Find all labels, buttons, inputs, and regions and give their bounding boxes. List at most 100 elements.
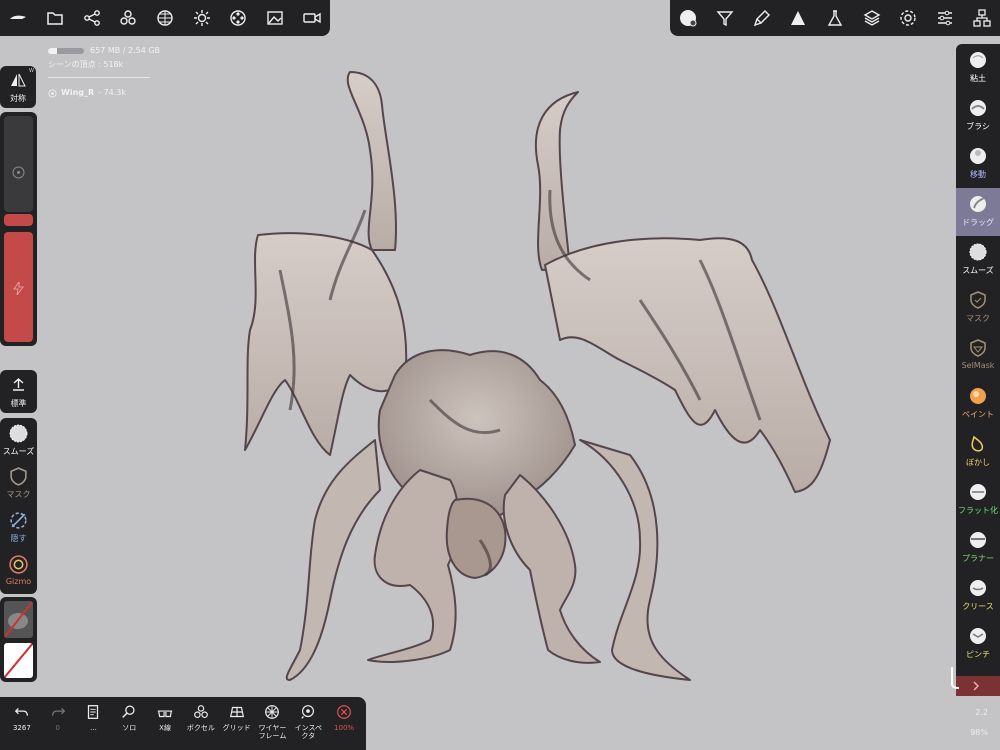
left-tool-mask[interactable]: マスク (0, 464, 37, 504)
bottom-tool-label: グリッド (222, 724, 251, 732)
memory-bar (48, 48, 84, 54)
grid-icon (229, 706, 244, 718)
search-icon (122, 705, 135, 718)
light-sun-icon[interactable] (186, 2, 218, 34)
memory-fill (48, 48, 57, 54)
sculpt-model[interactable] (0, 0, 1000, 750)
bottom-tool-redo[interactable]: 0 (41, 703, 75, 732)
material-sphere-icon[interactable] (672, 2, 704, 34)
tool-label: 移動 (970, 170, 986, 179)
close-circle-icon (337, 705, 351, 719)
undo-icon (14, 707, 28, 716)
tool-label: クリース (962, 602, 994, 611)
bottom-tool-label: ワイヤーフレーム (258, 724, 287, 740)
gizmo-icon (9, 555, 28, 574)
tool-clay[interactable]: 粘土 (956, 44, 1000, 92)
symmetry-label: 対称 (10, 94, 26, 103)
corner-bracket-icon (951, 667, 960, 689)
left-tool-smooth[interactable]: スムーズ (0, 421, 37, 461)
bottom-tool-undo[interactable]: 3267 (5, 703, 39, 732)
tool-pinch[interactable]: ピンチ (956, 620, 1000, 668)
video-camera-icon[interactable] (296, 2, 328, 34)
share-nodes-icon[interactable] (76, 2, 108, 34)
tool-drag[interactable]: ドラッグ (956, 188, 1000, 236)
symmetry-button[interactable]: W 対称 (0, 66, 36, 108)
tool-mask[interactable]: マスク (956, 284, 1000, 332)
sliders-icon[interactable] (929, 2, 961, 34)
brush-sliders (0, 112, 37, 346)
left-tool-label: Gizmo (5, 577, 32, 586)
material-swatches (0, 597, 37, 682)
smooth-icon (9, 424, 28, 443)
bottom-tool-label: 0 (55, 724, 60, 732)
tree-icon[interactable] (966, 2, 998, 34)
object-name: Wing_R (61, 88, 95, 97)
film-reel-icon[interactable] (222, 2, 254, 34)
left-tool-hide[interactable]: 隠す (0, 508, 37, 548)
object-row[interactable]: Wing_R - 74.3k (48, 86, 160, 100)
bottom-tool-grid[interactable]: グリッド (220, 703, 254, 732)
color-swatch[interactable] (4, 643, 33, 678)
tool-planar[interactable]: プラナー (956, 524, 1000, 572)
selmask-shield-icon (970, 339, 986, 357)
tool-brush[interactable]: ブラシ (956, 92, 1000, 140)
brush-icon (970, 100, 986, 116)
vertices-text: シーンの頂点 : 518k (48, 60, 124, 69)
tool-selmask[interactable]: SelMask (956, 332, 1000, 380)
tool-label: ピンチ (966, 650, 990, 659)
bottom-tool-label: 100% (334, 724, 355, 732)
layers-icon[interactable] (856, 2, 888, 34)
radius-icon (12, 166, 25, 179)
redo-icon (51, 707, 65, 716)
radius-slider[interactable] (4, 116, 33, 212)
scene-group-icon[interactable] (112, 2, 144, 34)
scene-icon[interactable] (2, 2, 34, 34)
tool-smooth[interactable]: スムーズ (956, 236, 1000, 284)
tool-blur[interactable]: ぼかし (956, 428, 1000, 476)
filter-icon[interactable] (709, 2, 741, 34)
image-icon[interactable] (259, 2, 291, 34)
settings-gear-icon[interactable] (892, 2, 924, 34)
bottom-tool-label: ソロ (122, 724, 137, 732)
flatten-icon (970, 484, 986, 500)
intensity-slider[interactable] (4, 232, 33, 342)
triangle-icon[interactable] (782, 2, 814, 34)
bottom-tool-document[interactable]: ... (76, 703, 110, 732)
top-left-toolbar (0, 0, 330, 36)
tool-flatten[interactable]: フラット化 (956, 476, 1000, 524)
left-tool-gizmo[interactable]: Gizmo (0, 552, 37, 592)
tool-move[interactable]: 移動 (956, 140, 1000, 188)
crease-icon (970, 580, 986, 596)
info-divider (48, 77, 150, 78)
bottom-tool-xray-glasses[interactable]: X線 (148, 703, 182, 732)
bottom-tool-search[interactable]: ソロ (112, 703, 146, 732)
bottom-toolbar: 3267 0... ソロ X線 ボクセル グリッド ワイヤーフレーム インスペクタ 100% (0, 697, 366, 750)
top-right-toolbar (670, 0, 1000, 36)
bottom-tool-wireframe[interactable]: ワイヤーフレーム (255, 703, 289, 740)
bottom-tool-voxel[interactable]: ボクセル (184, 703, 218, 732)
paint-brush-icon[interactable] (746, 2, 778, 34)
tool-label: スムーズ (962, 266, 994, 275)
sculpt-viewport[interactable] (0, 0, 1000, 750)
tool-crease[interactable]: クリース (956, 572, 1000, 620)
mask-shield-icon (10, 467, 27, 486)
bottom-tool-label: 3267 (12, 724, 31, 732)
mask-shield-icon (970, 291, 986, 309)
tool-label: ブラシ (966, 122, 990, 131)
bottom-tool-inspector[interactable]: インスペクタ (291, 703, 325, 740)
bottom-tool-close-circle[interactable]: 100% (327, 703, 361, 732)
flask-icon[interactable] (819, 2, 851, 34)
xray-glasses-icon (157, 710, 173, 718)
wireframe-sphere-icon[interactable] (149, 2, 181, 34)
tool-paint[interactable]: ペイント (956, 380, 1000, 428)
symmetry-icon (11, 73, 26, 87)
standard-button[interactable]: 標準 (0, 370, 37, 413)
tool-label: SelMask (961, 361, 995, 370)
wireframe-icon (265, 705, 280, 719)
more-tools-button[interactable] (956, 676, 1000, 696)
tool-label: フラット化 (958, 506, 998, 515)
folder-icon[interactable] (39, 2, 71, 34)
blur-drop-icon (971, 435, 984, 452)
radius-slider-fill (4, 214, 33, 226)
matcap-swatch[interactable] (4, 601, 33, 638)
